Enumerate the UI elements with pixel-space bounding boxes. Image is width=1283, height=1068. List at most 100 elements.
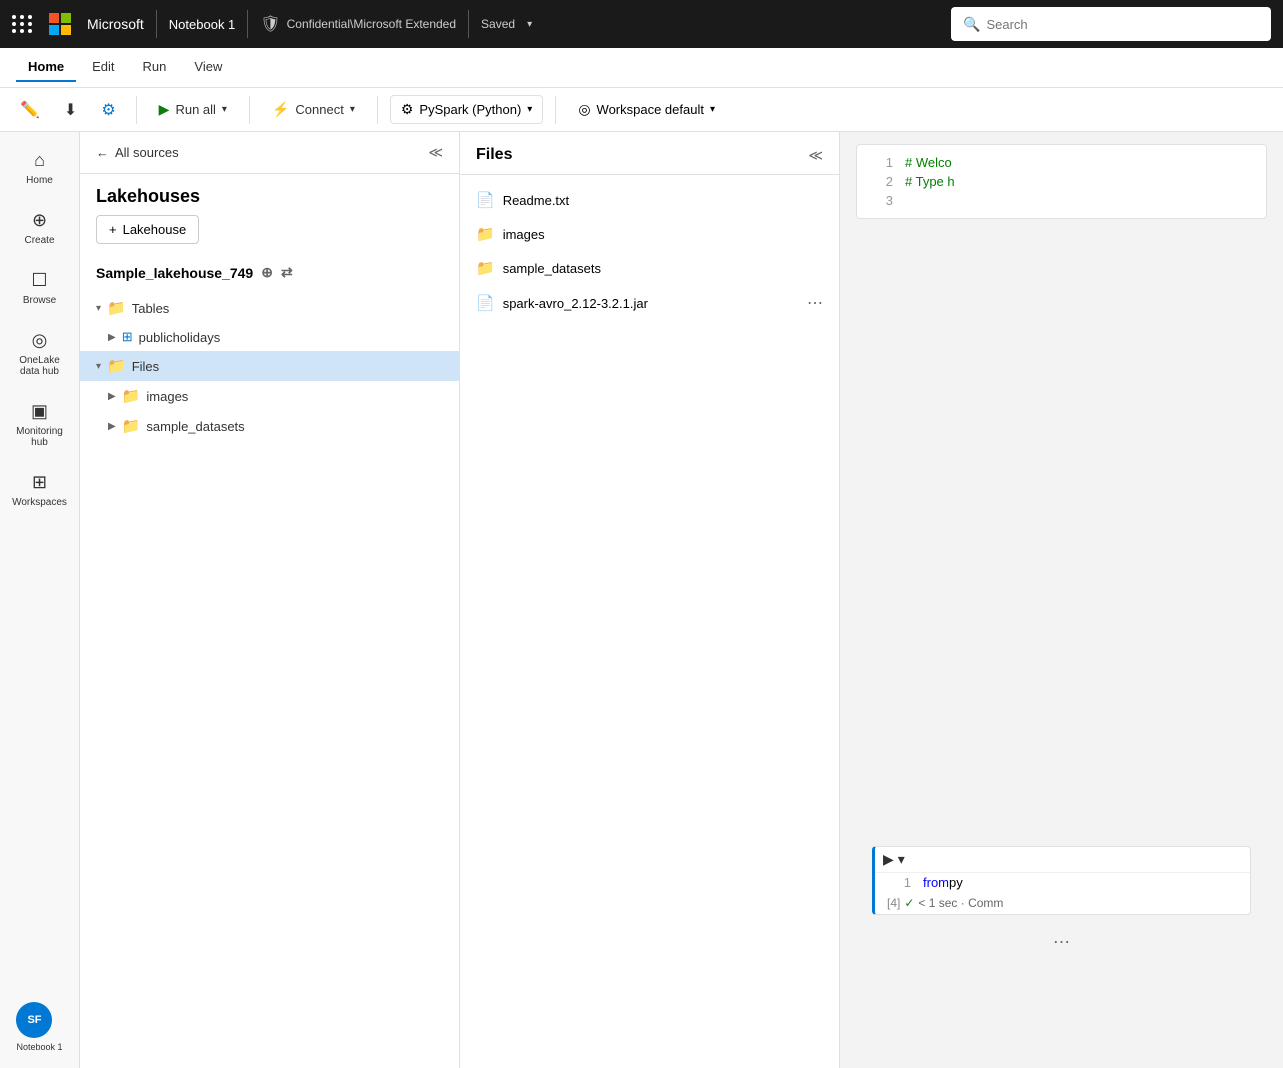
file-item-jar-left: 📄 spark-avro_2.12-3.2.1.jar [476,294,648,312]
confidential-label: Confidential\Microsoft Extended [287,17,456,31]
menu-run[interactable]: Run [131,53,179,82]
edit-button[interactable]: ✏️ [12,95,48,125]
folder-icon2: 📁 [122,387,141,405]
connect-icon: ⚡ [272,101,289,118]
toolbar-divider3 [377,96,378,124]
toolbar-divider1 [136,96,137,124]
collapse-button[interactable]: ≪ [428,144,443,161]
run-num: [4] [887,896,900,910]
waffle-icon[interactable] [12,15,33,33]
nav-workspaces[interactable]: ⊞ Workspaces [4,462,76,518]
nav-home[interactable]: ⌂ Home [4,140,76,196]
file-item-sample-left: 📁 sample_datasets [476,259,601,277]
gear-icon: ⚙ [101,100,115,120]
nav-monitoring[interactable]: ▣ Monitoringhub [4,391,76,458]
file-doc-icon: 📄 [476,191,495,209]
nav-browse-label: Browse [23,295,56,306]
tree-container: ▾ 📁 Tables ▶ ⊞ publicholidays ▾ 📁 Files … [80,289,459,1068]
run-all-caret[interactable]: ▾ [222,104,227,115]
download-button[interactable]: ⬇ [56,95,85,125]
check-icon: ✓ [904,896,914,910]
tree-item-files[interactable]: ▾ 📁 Files [80,351,459,381]
add-lakehouse-button[interactable]: + Lakehouse [96,215,199,244]
nav-monitoring-label: Monitoringhub [16,426,63,448]
workspace-caret[interactable]: ▾ [710,104,715,115]
toolbar: ✏️ ⬇ ⚙ ▶ Run all ▾ ⚡ Connect ▾ ⚙ PySpark… [0,88,1283,132]
notebook-nav-label[interactable]: Notebook 1 [16,1042,62,1052]
py-text: py [949,875,963,890]
folder-file-icon2: 📁 [476,259,495,277]
workspace-label: Workspace default [597,102,704,117]
divider2 [247,10,248,38]
nav-home-label: Home [26,175,53,186]
files-panel: Files ≪ 📄 Readme.txt 📁 images 📁 sample_d… [460,132,840,1068]
cell-top: 1 # Welco 2 # Type h 3 [856,144,1267,219]
code-line-3: 3 [857,191,1266,210]
create-icon: ⊕ [32,210,47,231]
lakehouse-name-text: Sample_lakehouse_749 [96,265,253,281]
line-num-1: 1 [869,155,893,170]
menu-view[interactable]: View [182,53,234,82]
menu-home[interactable]: Home [16,53,76,82]
tree-item-sample-datasets[interactable]: ▶ 📁 sample_datasets [80,411,459,441]
onelake-icon: ◎ [32,330,48,351]
back-arrow-icon: ← [96,145,109,160]
file-item-images-left: 📁 images [476,225,545,243]
monitoring-icon: ▣ [31,401,48,422]
file-item-sample-datasets[interactable]: 📁 sample_datasets [460,251,839,285]
divider [156,10,157,38]
nav-create[interactable]: ⊕ Create [4,200,76,256]
search-input[interactable] [986,17,1259,32]
menu-bar: Home Edit Run View [0,48,1283,88]
nav-browse[interactable]: ☐ Browse [4,260,76,316]
settings-button[interactable]: ⚙ [93,95,123,125]
nav-workspaces-label: Workspaces [12,497,67,508]
main-content: ⌂ Home ⊕ Create ☐ Browse ◎ OneLakedata h… [0,132,1283,1068]
connect-button[interactable]: ⚡ Connect ▾ [262,96,365,123]
chevron-down-icon: ▾ [96,303,101,314]
folder-teal-icon: 📁 [107,357,126,375]
file-item-images[interactable]: 📁 images [460,217,839,251]
nav-create-label: Create [24,235,54,246]
menu-edit[interactable]: Edit [80,53,126,82]
files-list: 📄 Readme.txt 📁 images 📁 sample_datasets … [460,175,839,1068]
notebook-title[interactable]: Notebook 1 [169,17,236,32]
switch-icon[interactable]: ⇄ [281,264,293,281]
files-title: Files [476,146,512,164]
chevron-right-icon2: ▶ [108,391,116,402]
run-all-button[interactable]: ▶ Run all ▾ [149,96,237,123]
saved-caret[interactable]: ▾ [527,19,532,30]
left-nav: ⌂ Home ⊕ Create ☐ Browse ◎ OneLakedata h… [0,132,80,1068]
files-collapse-button[interactable]: ≪ [808,147,823,164]
more-button[interactable]: ⋯ [807,293,823,313]
cell-bottom-wrapper: ▶ ▾ 1 from py [4] ✓ < 1 sec · Comm … [856,838,1267,948]
pin-icon[interactable]: ⊕ [261,264,273,281]
ellipsis: … [856,927,1267,948]
run-icon: ▶ [159,101,170,118]
pyspark-caret[interactable]: ▾ [527,104,532,115]
pyspark-button[interactable]: ⚙ PySpark (Python) ▾ [390,95,543,124]
nav-bottom: SF Notebook 1 [16,1002,62,1052]
tree-item-images[interactable]: ▶ 📁 images [80,381,459,411]
cell-chevron-button[interactable]: ▾ [898,851,905,868]
line-num-2: 2 [869,174,893,189]
connect-caret[interactable]: ▾ [350,104,355,115]
workspace-button[interactable]: ◎ Workspace default ▾ [568,96,725,123]
search-box[interactable]: 🔍 [951,7,1271,41]
search-icon: 🔍 [963,16,980,33]
confidential-badge: 🛡 Confidential\Microsoft Extended [260,14,456,34]
file-item-jar[interactable]: 📄 spark-avro_2.12-3.2.1.jar ⋯ [460,285,839,321]
pyspark-label: PySpark (Python) [419,102,521,117]
back-button[interactable]: ← All sources [96,145,179,160]
cell-run-button[interactable]: ▶ [883,851,894,868]
avatar[interactable]: SF [16,1002,52,1038]
folder-icon3: 📁 [122,417,141,435]
back-label: All sources [115,145,179,160]
top-bar: Microsoft Notebook 1 🛡 Confidential\Micr… [0,0,1283,48]
nav-onelake[interactable]: ◎ OneLakedata hub [4,320,76,387]
tree-item-tables[interactable]: ▾ 📁 Tables [80,293,459,323]
tree-item-publicholidays[interactable]: ▶ ⊞ publicholidays [80,323,459,351]
connect-label: Connect [295,102,343,117]
table-icon: ⊞ [122,329,133,345]
file-item-readme[interactable]: 📄 Readme.txt [460,183,839,217]
